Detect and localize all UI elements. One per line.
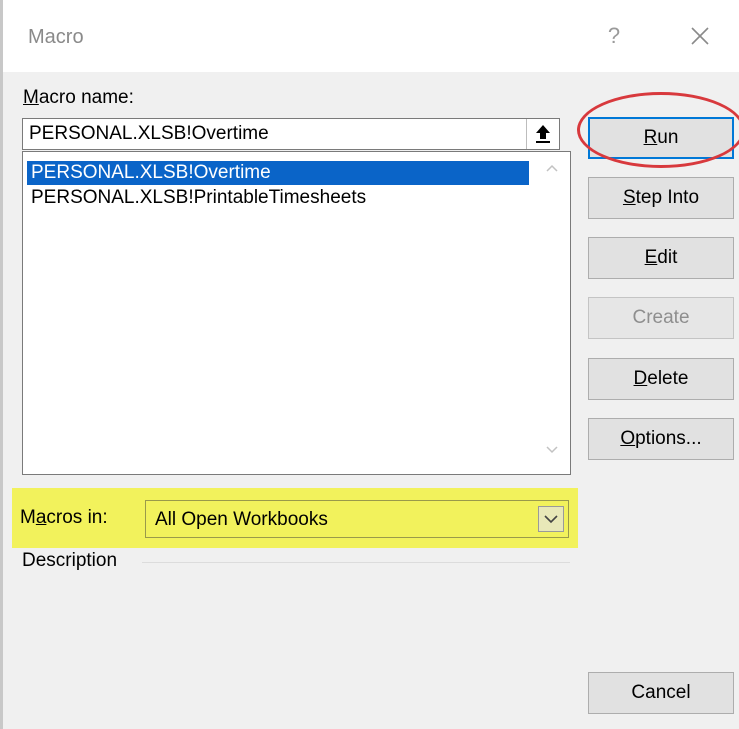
close-button[interactable]	[682, 18, 718, 54]
macro-name-value: PERSONAL.XLSB!Overtime	[29, 123, 269, 144]
list-item[interactable]: PERSONAL.XLSB!Overtime	[27, 161, 529, 185]
options-button[interactable]: Options...	[588, 418, 734, 460]
macro-list[interactable]: PERSONAL.XLSB!Overtime PERSONAL.XLSB!Pri…	[22, 151, 571, 475]
dialog-left-border	[0, 0, 3, 729]
macro-name-collapse-button[interactable]	[526, 119, 559, 149]
macro-list-scrollbar[interactable]	[534, 152, 570, 474]
description-label: Description	[22, 550, 118, 571]
step-into-button[interactable]: Step Into	[588, 177, 734, 219]
macros-in-label: Macros in:	[20, 507, 108, 528]
up-arrow-icon	[536, 125, 550, 143]
description-divider	[142, 562, 570, 563]
chevron-up-icon[interactable]	[544, 162, 560, 174]
edit-button[interactable]: Edit	[588, 237, 734, 279]
macros-in-select[interactable]: All Open Workbooks	[145, 500, 569, 538]
dialog-title: Macro	[28, 26, 84, 48]
macros-in-value: All Open Workbooks	[155, 509, 328, 530]
macros-in-dropdown-button[interactable]	[538, 506, 564, 532]
list-item[interactable]: PERSONAL.XLSB!PrintableTimesheets	[27, 186, 366, 210]
macro-name-input[interactable]: PERSONAL.XLSB!Overtime	[22, 118, 560, 150]
macro-dialog: Macro ? Macro name: PERSONAL.XLSB!Overti…	[0, 0, 739, 729]
create-button[interactable]: Create	[588, 297, 734, 339]
chevron-down-icon	[544, 515, 558, 524]
macro-name-label: Macro name:	[23, 87, 134, 108]
cancel-button[interactable]: Cancel	[588, 672, 734, 714]
delete-button[interactable]: Delete	[588, 358, 734, 400]
close-icon	[691, 27, 709, 45]
run-button[interactable]: Run	[588, 117, 734, 159]
help-button[interactable]: ?	[600, 20, 628, 52]
chevron-down-icon[interactable]	[544, 444, 560, 456]
title-bar: Macro ?	[0, 0, 739, 72]
